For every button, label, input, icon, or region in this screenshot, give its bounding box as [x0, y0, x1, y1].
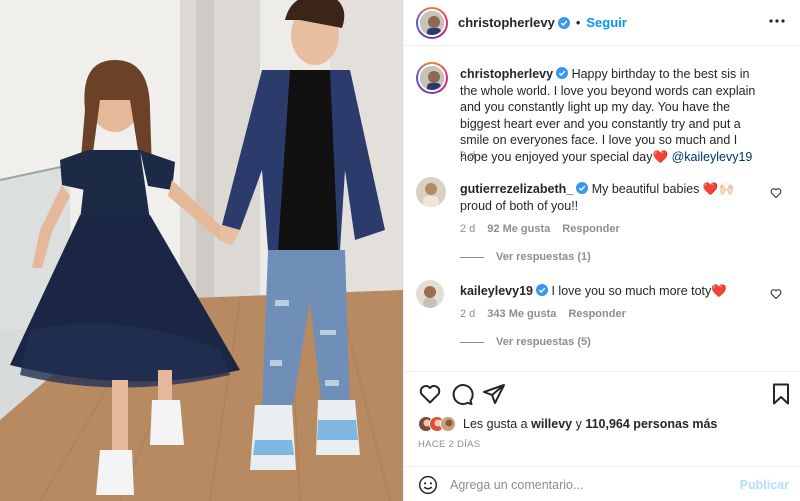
publish-button[interactable]: Publicar [740, 478, 789, 492]
reply-button[interactable]: Responder [562, 223, 619, 235]
likes-text: Les gusta a willevy y 110,964 personas m… [463, 417, 717, 431]
verified-badge-icon [576, 182, 589, 194]
follow-button[interactable]: Seguir [586, 15, 626, 30]
comment-username[interactable]: gutierrezelizabeth_ [460, 182, 573, 196]
comment-input[interactable] [450, 477, 730, 492]
caption-avatar[interactable] [416, 62, 448, 94]
view-replies-button[interactable]: Ver respuestas (1) [460, 251, 591, 263]
verified-badge-icon [536, 284, 548, 296]
comment-avatar[interactable] [416, 280, 444, 308]
replies-line [460, 341, 484, 343]
author-avatar[interactable] [416, 6, 448, 39]
heart-icon[interactable] [418, 382, 442, 406]
add-comment-bar: Publicar [404, 466, 800, 501]
comment-body: gutierrezelizabeth_ My beautiful babies … [460, 181, 766, 214]
likes-prefix: Les gusta a [463, 417, 528, 431]
likes-user[interactable]: willevy [531, 417, 572, 431]
comment-meta: 2 d 92 Me gusta Responder [460, 223, 620, 235]
more-options-icon[interactable] [767, 11, 787, 31]
comment-username[interactable]: kaileylevy19 [460, 284, 533, 298]
view-replies-button[interactable]: Ver respuestas (5) [460, 336, 591, 348]
caption-body: christopherlevy Happy birthday to the be… [460, 66, 766, 165]
post-actions: Les gusta a willevy y 110,964 personas m… [404, 371, 800, 501]
comment-like-heart-icon[interactable] [770, 187, 782, 199]
replies-line [460, 256, 484, 258]
comment-time[interactable]: 2 d [460, 308, 475, 320]
verified-badge-icon [556, 67, 569, 79]
caption-mention[interactable]: @kaileylevy19 [672, 150, 753, 164]
share-icon[interactable] [482, 382, 506, 406]
bookmark-icon[interactable] [769, 382, 793, 406]
emoji-icon[interactable] [418, 475, 438, 495]
post-image [0, 0, 403, 501]
liker-avatar [440, 416, 456, 432]
post-side-panel: christopherlevy • Seguir christopherlevy… [403, 0, 800, 501]
view-replies-label: Ver respuestas (5) [496, 336, 591, 348]
header-username[interactable]: christopherlevy [458, 15, 555, 30]
comment-avatar[interactable] [416, 177, 446, 207]
reply-button[interactable]: Responder [568, 308, 625, 320]
comment-body: kaileylevy19 I love you so much more tot… [460, 283, 766, 300]
caption-username[interactable]: christopherlevy [460, 67, 553, 81]
post-header: christopherlevy • Seguir [404, 0, 800, 46]
caption-time[interactable]: 2 d [460, 150, 475, 162]
instagram-post: christopherlevy • Seguir christopherlevy… [0, 0, 800, 501]
likes-summary[interactable]: Les gusta a willevy y 110,964 personas m… [418, 416, 717, 432]
comment-text: I love you so much more toty❤️ [551, 284, 727, 298]
likes-count[interactable]: 110,964 personas más [585, 417, 717, 431]
comment-likes[interactable]: 343 Me gusta [487, 308, 556, 320]
comment-time[interactable]: 2 d [460, 223, 475, 235]
likes-connector: y [575, 417, 582, 431]
comment-likes[interactable]: 92 Me gusta [487, 223, 550, 235]
post-date[interactable]: HACE 2 DÍAS [418, 439, 480, 450]
comment-like-heart-icon[interactable] [770, 288, 782, 300]
post-photo[interactable] [0, 0, 403, 501]
header-separator: • [575, 15, 581, 30]
verified-badge-icon [557, 16, 570, 29]
comment-icon[interactable] [450, 382, 474, 406]
comments-list[interactable]: christopherlevy Happy birthday to the be… [404, 47, 800, 370]
caption-emoji: ❤️ [652, 149, 669, 164]
view-replies-label: Ver respuestas (1) [496, 251, 591, 263]
comment-meta: 2 d 343 Me gusta Responder [460, 308, 626, 320]
caption-meta: 2 d [460, 150, 475, 162]
